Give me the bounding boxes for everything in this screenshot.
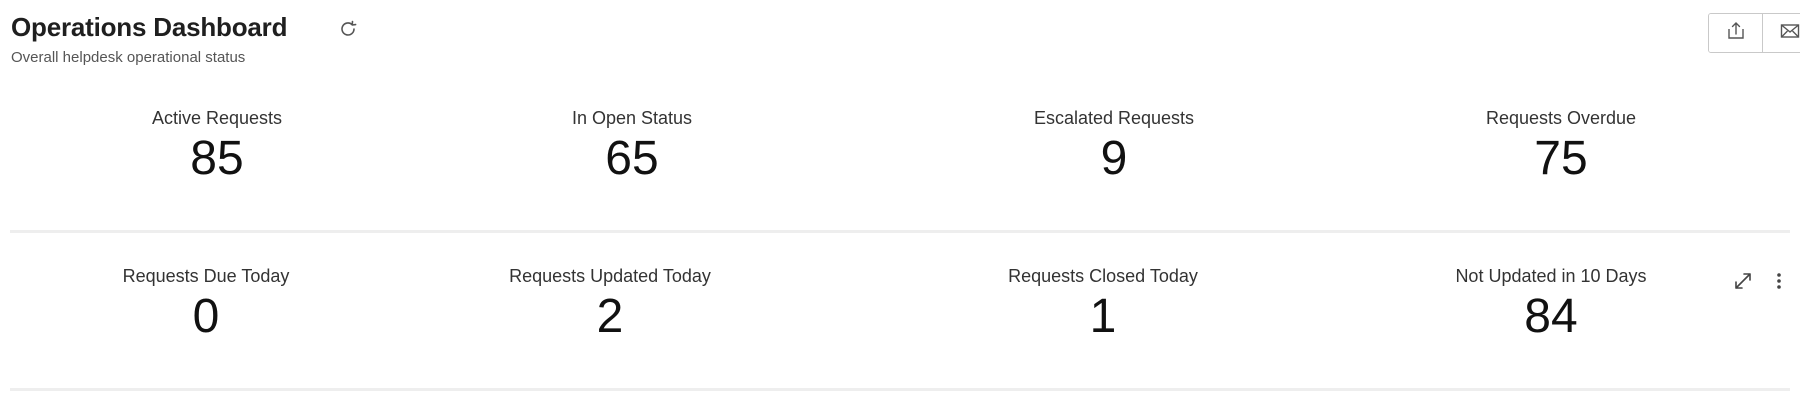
kpi-label: Requests Closed Today [1008,266,1198,286]
kpi-active-requests[interactable]: Active Requests 85 [37,107,397,187]
kpi-requests-closed-today[interactable]: Requests Closed Today 1 [923,265,1283,345]
export-button[interactable] [1709,14,1762,52]
kpi-requests-overdue[interactable]: Requests Overdue 75 [1381,107,1741,187]
kpi-label: Requests Updated Today [509,266,711,286]
kpi-label: Not Updated in 10 Days [1455,266,1647,286]
expand-icon[interactable] [1730,268,1756,294]
kpi-value[interactable]: 84 [1371,289,1731,345]
page-subtitle: Overall helpdesk operational status [11,49,246,66]
email-button[interactable] [1762,14,1800,52]
kpi-label: In Open Status [571,108,693,128]
refresh-icon[interactable] [336,17,360,41]
kpi-value[interactable]: 65 [452,131,812,187]
kpi-requests-due-today[interactable]: Requests Due Today 0 [26,265,386,345]
kpi-value[interactable]: 2 [430,289,790,345]
page-title: Operations Dashboard [11,12,288,42]
email-icon [1779,20,1800,47]
kpi-row-today: Requests Due Today 0 Requests Updated To… [10,243,1790,391]
kpi-escalated-requests[interactable]: Escalated Requests 9 [934,107,1294,187]
kpi-in-open-status[interactable]: In Open Status 65 [452,107,812,187]
kpi-label: Escalated Requests [1033,108,1195,128]
kpi-value[interactable]: 75 [1381,131,1741,187]
kpi-value[interactable]: 0 [26,289,386,345]
kpi-value[interactable]: 1 [923,289,1283,345]
kpi-label: Requests Overdue [1485,108,1637,128]
kpi-not-updated-10-days[interactable]: Not Updated in 10 Days 84 [1371,265,1731,345]
more-options-icon[interactable] [1766,268,1792,294]
kpi-requests-updated-today[interactable]: Requests Updated Today 2 [430,265,790,345]
kpi-label: Requests Due Today [122,266,290,286]
kpi-value[interactable]: 9 [934,131,1294,187]
kpi-label: Active Requests [151,108,283,128]
kpi-row-overview: Active Requests 85 In Open Status 65 Esc… [10,85,1790,233]
widget-actions [1730,268,1792,294]
export-icon [1725,20,1747,47]
kpi-value[interactable]: 85 [37,131,397,187]
toolbar [1708,13,1800,53]
